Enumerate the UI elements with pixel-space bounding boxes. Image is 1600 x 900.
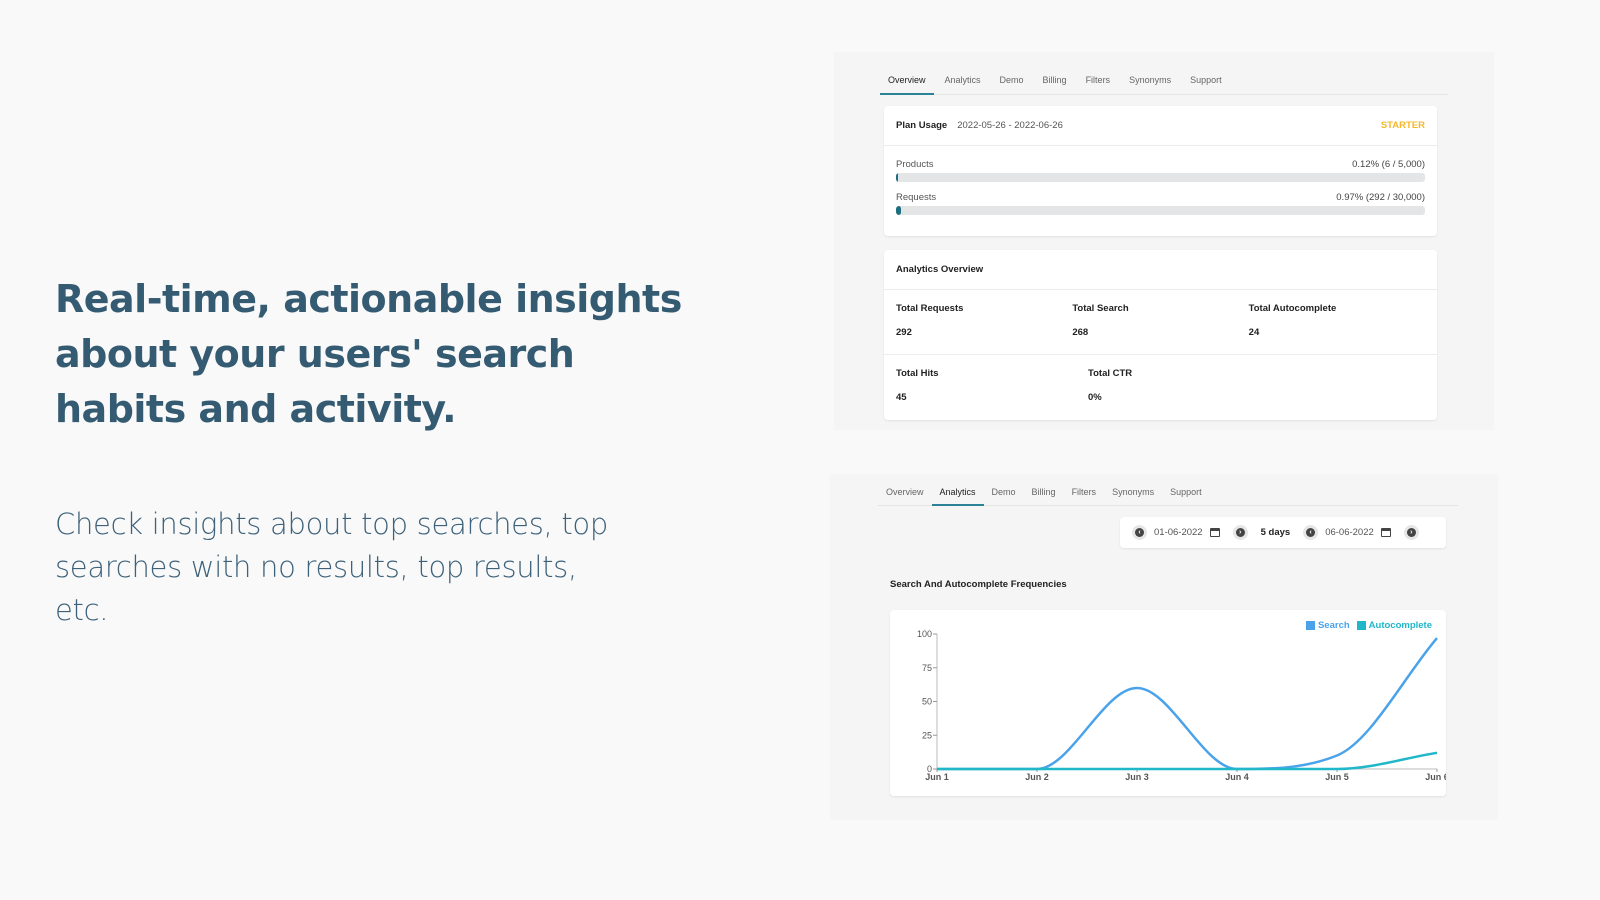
frequency-chart-card: Search Autocomplete 0 25 50 75 100 Jun 1 Jun 2… xyxy=(890,610,1446,796)
tab-synonyms[interactable]: Synonyms xyxy=(1121,66,1179,94)
tab-support[interactable]: Support xyxy=(1162,478,1210,505)
stat-total-search: Total Search 268 xyxy=(1072,290,1248,338)
analytics-overview-title: Analytics Overview xyxy=(884,250,1437,290)
start-date-value[interactable]: 01-06-2022 xyxy=(1154,527,1203,538)
tab-overview[interactable]: Overview xyxy=(878,478,932,505)
chevron-left-icon: ‹ xyxy=(1135,528,1144,537)
chart-title: Search And Autocomplete Frequencies xyxy=(890,579,1067,590)
plan-usage-card: Plan Usage 2022-05-26 - 2022-06-26 START… xyxy=(884,106,1437,236)
analytics-overview-card: Analytics Overview Total Requests 292 To… xyxy=(884,250,1437,420)
stat-label: Total Requests xyxy=(896,303,964,314)
plan-usage-header: Plan Usage 2022-05-26 - 2022-06-26 START… xyxy=(884,106,1437,146)
tab-filters[interactable]: Filters xyxy=(1078,66,1119,94)
plan-badge: STARTER xyxy=(1380,120,1425,131)
series-line-autocomplete xyxy=(937,751,1438,771)
stat-label: Total Hits xyxy=(896,368,939,379)
overview-screenshot: Overview Analytics Demo Billing Filters … xyxy=(834,52,1494,430)
stat-value: 45 xyxy=(896,392,907,403)
usage-percent: 0.97% (292 / 30,000) xyxy=(1336,192,1425,203)
tab-filters[interactable]: Filters xyxy=(1064,478,1105,505)
calendar-icon[interactable] xyxy=(1380,528,1391,537)
chevron-left-icon: ‹ xyxy=(1306,528,1316,537)
line-chart: 0255075100Jun 1Jun 2Jun 3Jun 4Jun 5Jun 6 xyxy=(917,629,1446,782)
plan-usage-dates: 2022-05-26 - 2022-06-26 xyxy=(957,120,1063,131)
stat-label: Total Autocomplete xyxy=(1248,303,1337,314)
x-tick-label: Jun 3 xyxy=(1125,772,1149,782)
chevron-right-icon: › xyxy=(1235,528,1245,537)
tab-analytics[interactable]: Analytics xyxy=(931,478,984,506)
start-date-prev-button[interactable]: ‹ xyxy=(1132,525,1147,540)
tab-billing[interactable]: Billing xyxy=(1035,66,1075,94)
tab-demo[interactable]: Demo xyxy=(984,478,1024,505)
y-tick-label: 100 xyxy=(917,629,932,639)
end-date-prev-button[interactable]: ‹ xyxy=(1303,525,1319,540)
usage-progress-fill xyxy=(896,173,898,182)
usage-row-products: Products 0.12% (6 / 5,000) xyxy=(896,159,1425,182)
stat-value: 24 xyxy=(1248,327,1260,338)
stat-value: 268 xyxy=(1072,327,1089,338)
usage-label: Products xyxy=(896,159,934,170)
stat-label: Total Search xyxy=(1072,303,1129,314)
stats-row: Total Requests 292 Total Search 268 Tota… xyxy=(884,290,1437,354)
plan-usage-title: Plan Usage xyxy=(896,120,948,131)
usage-progress-bar xyxy=(896,173,1425,182)
stat-value: 292 xyxy=(896,327,912,338)
stat-total-ctr: Total CTR 0% xyxy=(1088,355,1280,403)
usage-row-requests: Requests 0.97% (292 / 30,000) xyxy=(896,192,1425,215)
tab-demo[interactable]: Demo xyxy=(992,66,1032,94)
tab-synonyms[interactable]: Synonyms xyxy=(1104,478,1162,505)
stat-total-requests: Total Requests 292 xyxy=(896,290,1072,338)
stat-value: 0% xyxy=(1088,392,1102,403)
x-tick-label: Jun 4 xyxy=(1225,772,1249,782)
series-line-search xyxy=(937,637,1438,771)
date-span-label: 5 days xyxy=(1260,527,1291,538)
tab-overview[interactable]: Overview xyxy=(880,66,934,95)
stat-total-hits: Total Hits 45 xyxy=(896,355,1088,403)
stat-label: Total CTR xyxy=(1088,368,1133,379)
usage-progress-bar xyxy=(896,206,1425,215)
x-tick-label: Jun 2 xyxy=(1025,772,1049,782)
y-tick-label: 75 xyxy=(922,663,932,673)
chevron-right-icon: › xyxy=(1406,528,1416,537)
y-tick-label: 25 xyxy=(922,730,932,740)
hero-title: Real-time, actionable insights about you… xyxy=(55,277,682,431)
usage-label: Requests xyxy=(896,192,937,203)
usage-percent: 0.12% (6 / 5,000) xyxy=(1352,159,1425,170)
hero-subtitle: Check insights about top searches, top s… xyxy=(55,507,608,627)
analytics-tab-bar: Overview Analytics Demo Billing Filters … xyxy=(878,478,1458,506)
end-date-next-button[interactable]: › xyxy=(1403,525,1419,540)
tab-billing[interactable]: Billing xyxy=(1024,478,1064,505)
tab-support[interactable]: Support xyxy=(1182,66,1230,94)
stat-total-autocomplete: Total Autocomplete 24 xyxy=(1249,290,1425,338)
y-tick-label: 50 xyxy=(922,697,932,707)
usage-progress-fill xyxy=(896,206,902,215)
tab-analytics[interactable]: Analytics xyxy=(937,66,989,94)
x-tick-label: Jun 6 xyxy=(1425,772,1446,782)
overview-tab-bar: Overview Analytics Demo Billing Filters … xyxy=(880,66,1448,95)
x-tick-label: Jun 1 xyxy=(925,772,949,782)
start-date-next-button[interactable]: › xyxy=(1232,525,1248,540)
stats-row: Total Hits 45 Total CTR 0% xyxy=(884,354,1437,418)
analytics-screenshot: Overview Analytics Demo Billing Filters … xyxy=(830,474,1498,820)
date-range-picker: ‹ 01-06-2022 › 5 days ‹ 06-06-2022 › xyxy=(1120,517,1446,548)
end-date-value[interactable]: 06-06-2022 xyxy=(1325,527,1374,538)
x-tick-label: Jun 5 xyxy=(1325,772,1349,782)
calendar-icon[interactable] xyxy=(1209,528,1220,537)
